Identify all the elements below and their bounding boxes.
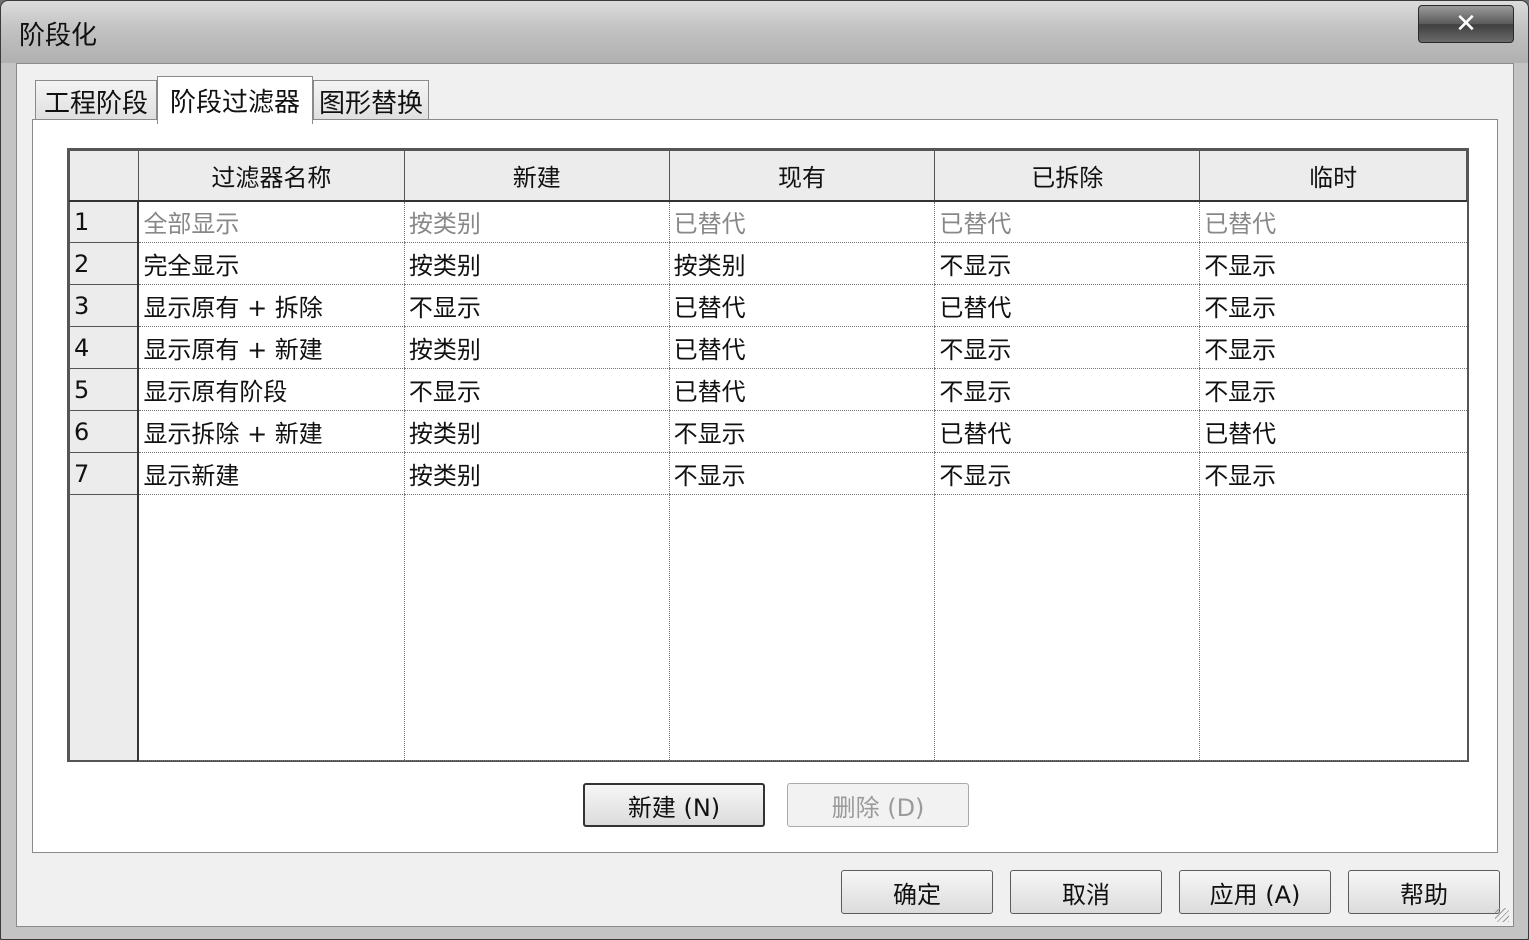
temporary-cell[interactable]: 不显示 bbox=[1199, 242, 1467, 285]
empty-cell bbox=[668, 494, 935, 761]
close-button[interactable]: ✕ bbox=[1418, 5, 1514, 43]
existing-cell[interactable]: 已替代 bbox=[668, 326, 935, 369]
temporary-cell[interactable]: 不显示 bbox=[1199, 368, 1467, 411]
phase-filters-panel: 过滤器名称 新建 现有 已拆除 临时 1 全部显示 按类别 已替代 已替代 已替代 2 完全显… bbox=[32, 119, 1498, 853]
filter-name-cell[interactable]: 完全显示 bbox=[137, 242, 405, 285]
row-number[interactable]: 7 bbox=[69, 452, 140, 495]
empty-cell bbox=[403, 494, 670, 761]
table-row[interactable]: 1 全部显示 按类别 已替代 已替代 已替代 bbox=[69, 200, 1467, 243]
tab-phase-filters[interactable]: 阶段过滤器 bbox=[157, 76, 313, 124]
column-header-demolished[interactable]: 已拆除 bbox=[934, 150, 1201, 202]
row-number[interactable]: 4 bbox=[69, 326, 140, 369]
phase-filter-table: 过滤器名称 新建 现有 已拆除 临时 1 全部显示 按类别 已替代 已替代 已替代 2 完全显… bbox=[67, 148, 1469, 762]
column-header-existing[interactable]: 现有 bbox=[668, 150, 936, 202]
ok-button[interactable]: 确定 bbox=[841, 870, 993, 914]
existing-cell[interactable]: 已替代 bbox=[668, 200, 935, 243]
column-header-filter-name[interactable]: 过滤器名称 bbox=[137, 150, 405, 202]
help-button[interactable]: 帮助 bbox=[1348, 870, 1500, 914]
cancel-button[interactable]: 取消 bbox=[1010, 870, 1162, 914]
table-row[interactable]: 4 显示原有 + 新建 按类别 已替代 不显示 不显示 bbox=[69, 326, 1467, 369]
tab-graphic-overrides[interactable]: 图形替换 bbox=[313, 80, 429, 122]
new-cell[interactable]: 按类别 bbox=[403, 410, 670, 453]
row-number[interactable]: 3 bbox=[69, 284, 140, 327]
new-cell[interactable]: 不显示 bbox=[403, 284, 670, 327]
row-number[interactable]: 1 bbox=[69, 200, 140, 243]
filter-name-cell[interactable]: 全部显示 bbox=[137, 200, 405, 243]
table-row[interactable]: 6 显示拆除 + 新建 按类别 不显示 已替代 已替代 bbox=[69, 410, 1467, 453]
demolished-cell[interactable]: 已替代 bbox=[934, 410, 1200, 453]
table-header-row: 过滤器名称 新建 现有 已拆除 临时 bbox=[69, 150, 1467, 202]
resize-grip-icon[interactable] bbox=[1495, 908, 1509, 922]
demolished-cell[interactable]: 不显示 bbox=[934, 242, 1200, 285]
filter-name-cell[interactable]: 显示拆除 + 新建 bbox=[137, 410, 405, 453]
window-title: 阶段化 bbox=[19, 21, 98, 51]
temporary-cell[interactable]: 已替代 bbox=[1199, 200, 1467, 243]
demolished-cell[interactable]: 已替代 bbox=[934, 200, 1200, 243]
corner-header bbox=[69, 150, 139, 202]
row-number[interactable]: 6 bbox=[69, 410, 140, 453]
demolished-cell[interactable]: 不显示 bbox=[934, 452, 1200, 495]
new-cell[interactable]: 按类别 bbox=[403, 242, 670, 285]
close-icon: ✕ bbox=[1455, 9, 1477, 39]
table-row[interactable]: 5 显示原有阶段 不显示 已替代 不显示 不显示 bbox=[69, 368, 1467, 411]
row-number[interactable]: 2 bbox=[69, 242, 140, 285]
existing-cell[interactable]: 不显示 bbox=[668, 410, 935, 453]
table-row[interactable]: 3 显示原有 + 拆除 不显示 已替代 已替代 不显示 bbox=[69, 284, 1467, 327]
delete-filter-button[interactable]: 删除 (D) bbox=[787, 783, 969, 827]
empty-cell bbox=[1199, 494, 1467, 761]
new-cell[interactable]: 按类别 bbox=[403, 452, 670, 495]
row-number[interactable]: 5 bbox=[69, 368, 140, 411]
column-header-temporary[interactable]: 临时 bbox=[1199, 150, 1467, 202]
empty-cell bbox=[137, 494, 405, 761]
apply-button[interactable]: 应用 (A) bbox=[1179, 870, 1331, 914]
demolished-cell[interactable]: 不显示 bbox=[934, 326, 1200, 369]
table-row[interactable]: 7 显示新建 按类别 不显示 不显示 不显示 bbox=[69, 452, 1467, 495]
existing-cell[interactable]: 按类别 bbox=[668, 242, 935, 285]
dialog-body: 工程阶段 阶段过滤器 图形替换 过滤器名称 新建 现有 已拆除 临时 1 全部显… bbox=[16, 63, 1514, 927]
empty-cell bbox=[69, 494, 140, 761]
new-cell[interactable]: 按类别 bbox=[403, 200, 670, 243]
table-row[interactable]: 2 完全显示 按类别 按类别 不显示 不显示 bbox=[69, 242, 1467, 285]
tab-project-phases[interactable]: 工程阶段 bbox=[35, 80, 157, 122]
filter-name-cell[interactable]: 显示原有阶段 bbox=[137, 368, 405, 411]
empty-cell bbox=[934, 494, 1200, 761]
new-cell[interactable]: 按类别 bbox=[403, 326, 670, 369]
empty-table-area bbox=[69, 494, 1467, 761]
temporary-cell[interactable]: 不显示 bbox=[1199, 284, 1467, 327]
new-cell[interactable]: 不显示 bbox=[403, 368, 670, 411]
temporary-cell[interactable]: 已替代 bbox=[1199, 410, 1467, 453]
new-filter-button[interactable]: 新建 (N) bbox=[583, 783, 765, 827]
phasing-dialog: 阶段化 ✕ 工程阶段 阶段过滤器 图形替换 过滤器名称 新建 现有 已拆除 临时… bbox=[0, 0, 1529, 940]
filter-name-cell[interactable]: 显示原有 + 拆除 bbox=[137, 284, 405, 327]
column-header-new[interactable]: 新建 bbox=[403, 150, 670, 202]
temporary-cell[interactable]: 不显示 bbox=[1199, 326, 1467, 369]
title-bar: 阶段化 ✕ bbox=[1, 1, 1528, 63]
existing-cell[interactable]: 已替代 bbox=[668, 368, 935, 411]
filter-name-cell[interactable]: 显示新建 bbox=[137, 452, 405, 495]
existing-cell[interactable]: 已替代 bbox=[668, 284, 935, 327]
filter-name-cell[interactable]: 显示原有 + 新建 bbox=[137, 326, 405, 369]
existing-cell[interactable]: 不显示 bbox=[668, 452, 935, 495]
demolished-cell[interactable]: 不显示 bbox=[934, 368, 1200, 411]
demolished-cell[interactable]: 已替代 bbox=[934, 284, 1200, 327]
temporary-cell[interactable]: 不显示 bbox=[1199, 452, 1467, 495]
